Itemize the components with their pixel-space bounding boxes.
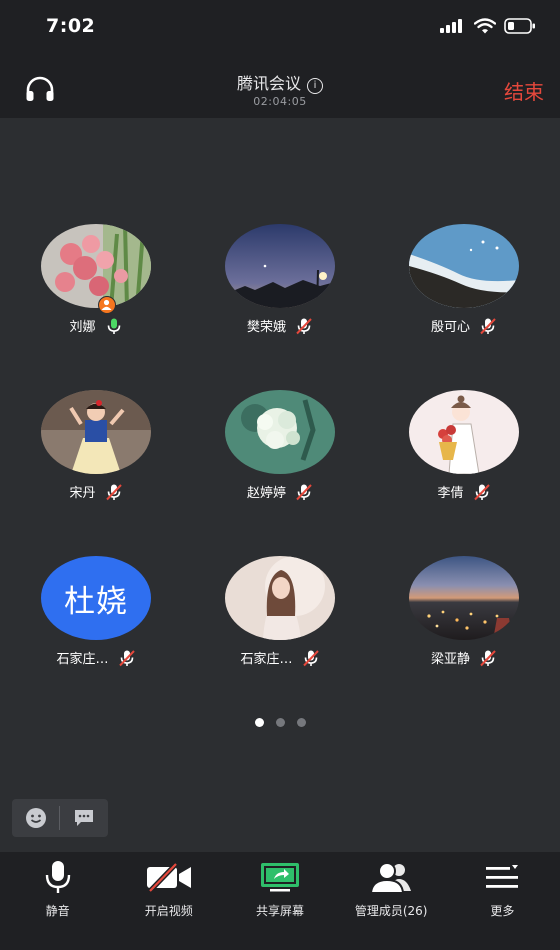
members-icon — [370, 862, 412, 893]
participant-name: 殷可心 — [430, 320, 470, 335]
battery-icon — [504, 18, 535, 34]
participant-name-row: 宋丹 — [26, 482, 166, 501]
participant-name: 李倩 — [437, 486, 464, 501]
participant-avatar — [409, 224, 519, 308]
meeting-title[interactable]: 腾讯会议 i — [0, 70, 560, 94]
chat-controls — [12, 799, 108, 837]
participant-avatar — [409, 390, 519, 474]
microphone-icon — [45, 861, 70, 893]
participant-avatar — [41, 390, 151, 474]
mute-label: 静音 — [45, 904, 70, 918]
participant-avatar — [41, 224, 151, 308]
participant-name-row: 樊荣娥 — [210, 316, 350, 335]
page-dot-active[interactable] — [254, 718, 264, 727]
mic-muted-icon — [480, 649, 496, 666]
participant-tile[interactable]: 杜娆 石家庄… — [26, 556, 166, 686]
bottom-toolbar: 静音 开启视频 共享屏幕 管理成员(26) 更多 — [0, 852, 560, 950]
start-video-button[interactable]: 开启视频 — [114, 852, 224, 950]
participant-avatar: 杜娆 — [41, 556, 151, 640]
mic-muted-icon — [480, 317, 496, 334]
participant-name: 石家庄… — [240, 652, 293, 667]
participant-avatar — [225, 390, 335, 474]
status-time: 7:02 — [46, 15, 96, 37]
status-bar: 7:02 — [0, 0, 560, 54]
mic-muted-icon — [473, 483, 490, 500]
emoji-button[interactable] — [12, 799, 59, 837]
host-badge-icon — [98, 296, 116, 314]
chat-button[interactable] — [60, 799, 107, 837]
share-screen-icon — [260, 863, 299, 892]
video-off-icon — [146, 862, 191, 892]
emoji-icon — [25, 808, 46, 828]
mic-muted-icon — [296, 317, 312, 334]
end-meeting-button[interactable]: 结束 — [504, 76, 544, 105]
participant-tile[interactable]: 宋丹 — [26, 390, 166, 520]
info-icon[interactable]: i — [307, 78, 323, 94]
meeting-timer: 02:04:05 — [253, 95, 307, 108]
participant-name: 樊荣娥 — [246, 320, 286, 335]
meeting-header: 腾讯会议 i 02:04:05 结束 — [0, 54, 560, 118]
participant-name-row: 殷可心 — [394, 316, 534, 335]
more-button[interactable]: 更多 — [447, 852, 557, 950]
share-screen-label: 共享屏幕 — [255, 904, 304, 918]
participant-name-row: 石家庄… — [210, 648, 350, 667]
participant-name: 赵婷婷 — [246, 486, 286, 501]
participant-name-row: 梁亚静 — [394, 648, 534, 667]
mic-muted-icon — [105, 483, 122, 500]
page-dot[interactable] — [296, 718, 306, 727]
share-screen-button[interactable]: 共享屏幕 — [225, 852, 335, 950]
meeting-title-text: 腾讯会议 — [236, 74, 301, 93]
mic-muted-icon — [118, 649, 135, 666]
participant-name: 梁亚静 — [430, 652, 470, 667]
participant-tile[interactable]: 李倩 — [394, 390, 534, 520]
participant-tile[interactable]: 刘娜 — [26, 224, 166, 354]
more-menu-icon — [486, 865, 519, 888]
participant-name-row: 刘娜 — [26, 316, 166, 335]
start-video-label: 开启视频 — [144, 904, 193, 918]
manage-members-label: 管理成员(26) — [354, 904, 428, 918]
participant-name-row: 石家庄… — [26, 648, 166, 667]
chat-icon — [74, 810, 93, 826]
avatar-initials: 杜娆 — [64, 583, 128, 620]
more-label: 更多 — [490, 904, 515, 918]
manage-members-button[interactable]: 管理成员(26) — [336, 852, 446, 950]
mute-button[interactable]: 静音 — [3, 852, 113, 950]
wifi-icon — [474, 18, 496, 34]
page-dot[interactable] — [275, 718, 285, 727]
mic-muted-icon — [302, 649, 319, 666]
participant-avatar — [409, 556, 519, 640]
mic-muted-icon — [296, 483, 312, 500]
participant-tile[interactable]: 赵婷婷 — [210, 390, 350, 520]
participant-name: 石家庄… — [56, 652, 109, 667]
participant-name-row: 赵婷婷 — [210, 482, 350, 501]
participant-name: 宋丹 — [69, 486, 96, 501]
participant-tile[interactable]: 石家庄… — [210, 556, 350, 686]
signal-icon — [440, 19, 462, 33]
participant-tile[interactable]: 梁亚静 — [394, 556, 534, 686]
participant-name-row: 李倩 — [394, 482, 534, 501]
participant-tile[interactable]: 樊荣娥 — [210, 224, 350, 354]
page-indicator[interactable] — [0, 718, 560, 727]
mic-on-icon — [107, 318, 120, 334]
participant-avatar — [225, 224, 335, 308]
participant-name: 刘娜 — [69, 320, 96, 335]
status-icons — [440, 18, 536, 34]
participant-avatar — [225, 556, 335, 640]
participant-tile[interactable]: 殷可心 — [394, 224, 534, 354]
